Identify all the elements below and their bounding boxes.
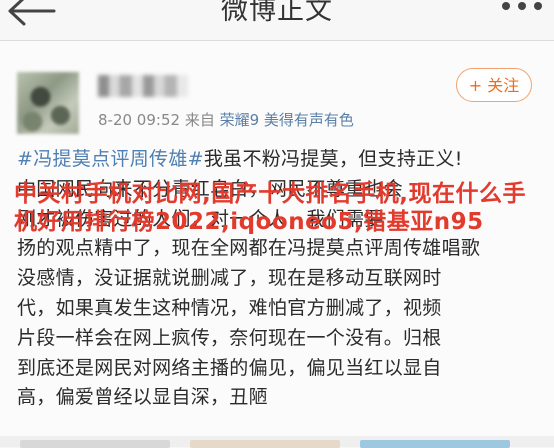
source-device-link[interactable]: 荣耀9 美得有声有色 — [220, 111, 354, 129]
more-dots-icon — [502, 2, 542, 10]
page-title: 微博正文 — [221, 0, 333, 26]
post-line: #冯提莫点评周传雄#我虽不粉冯提莫，但支持正义! — [17, 148, 463, 170]
post-line: 到底还是网民对网络主播的偏见，偏见当红以显自 — [17, 356, 442, 379]
more-button[interactable] — [498, 0, 546, 24]
avatar[interactable] — [17, 72, 79, 134]
username-blurred[interactable] — [98, 75, 188, 97]
post-line: 代，如果真发生这种情况，难怕官方删减了，视频 — [17, 296, 442, 319]
post-line: 片段一样会在网上疯传，奈何现在一个没有。归根 — [17, 326, 442, 349]
post-meta: 8-20 09:52 来自 荣耀9 美得有声有色 — [98, 109, 354, 130]
post-line: 没感情，没证据就说删减了，现在是移动互联网时 — [17, 267, 442, 290]
post-card: 8-20 09:52 来自 荣耀9 美得有声有色 + 关注 #冯提莫点评周传雄#… — [0, 41, 554, 448]
nav-bar: 微博正文 — [0, 0, 554, 41]
post-line: 扬的观点精中了，现在全网都在冯提莫点评周传雄唱歌 — [17, 237, 481, 260]
post-line: 高，偏爱曾经以显自深，丑陋 — [17, 386, 268, 409]
image-thumbnails — [0, 436, 554, 448]
source-label: 来自 — [184, 111, 215, 129]
follow-button[interactable]: + 关注 — [456, 68, 532, 102]
hashtag-link[interactable]: #冯提莫点评周传雄# — [17, 148, 204, 170]
watermark-overlay-text: 中关村手机对比网,国产十大排名手机,现在什么手机好用排行榜2022,iqoone… — [14, 181, 526, 235]
post-time: 8-20 09:52 — [98, 111, 181, 129]
